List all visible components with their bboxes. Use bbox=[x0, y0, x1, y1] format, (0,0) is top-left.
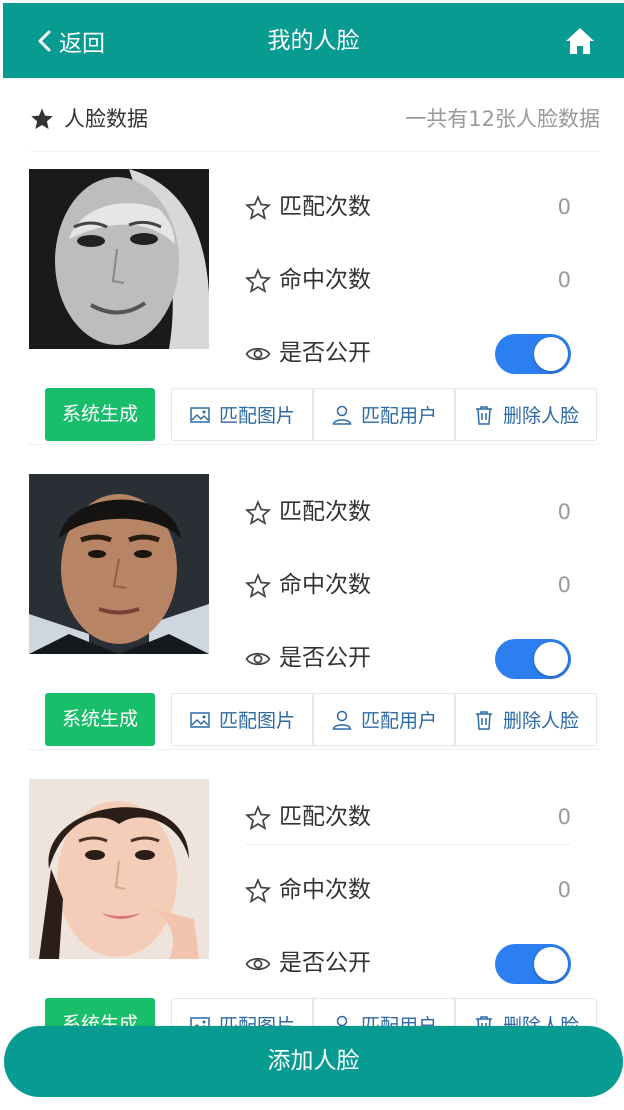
hit-count-value: 0 bbox=[557, 573, 571, 597]
eye-icon bbox=[245, 347, 271, 361]
public-row: 是否公开 bbox=[245, 630, 571, 686]
match-count-value: 0 bbox=[557, 500, 571, 524]
toggle-knob bbox=[534, 337, 568, 371]
star-outline-icon bbox=[245, 805, 271, 830]
trash-icon bbox=[475, 405, 492, 425]
match-image-button[interactable]: 匹配图片 bbox=[171, 388, 313, 441]
public-toggle[interactable] bbox=[495, 334, 571, 374]
hit-count-label: 命中次数 bbox=[279, 877, 371, 903]
public-row: 是否公开 bbox=[245, 935, 571, 991]
trash-icon bbox=[475, 710, 492, 730]
public-toggle[interactable] bbox=[495, 639, 571, 679]
eye-icon bbox=[245, 652, 271, 666]
add-face-button[interactable]: 添加人脸 bbox=[4, 1026, 623, 1097]
hit-count-label: 命中次数 bbox=[279, 267, 371, 293]
image-icon bbox=[190, 711, 210, 728]
source-badge-button[interactable]: 系统生成 bbox=[45, 388, 155, 441]
match-user-label: 匹配用户 bbox=[360, 710, 437, 732]
match-image-button[interactable]: 匹配图片 bbox=[171, 693, 313, 746]
user-icon bbox=[332, 710, 352, 730]
match-image-label: 匹配图片 bbox=[218, 405, 295, 427]
match-count-label: 匹配次数 bbox=[279, 499, 371, 525]
toggle-knob bbox=[534, 947, 568, 981]
face-data-header: 人脸数据 一共有12张人脸数据 bbox=[30, 98, 600, 152]
card-actions: 系统生成 匹配图片 匹配用户 删除人脸 bbox=[45, 388, 600, 442]
toggle-knob bbox=[534, 642, 568, 676]
star-outline-icon bbox=[245, 878, 271, 903]
public-row: 是否公开 bbox=[245, 325, 571, 381]
top-bar: 返回 我的人脸 bbox=[3, 3, 624, 78]
hit-count-value: 0 bbox=[557, 268, 571, 292]
match-user-label: 匹配用户 bbox=[360, 405, 437, 427]
user-icon bbox=[332, 405, 352, 425]
match-count-value: 0 bbox=[557, 805, 571, 829]
image-icon bbox=[190, 406, 210, 423]
public-toggle[interactable] bbox=[495, 944, 571, 984]
face-card: 匹配次数 0 命中次数 0 是否公开 系统生成 匹配图片 匹配用户 bbox=[28, 765, 600, 1055]
match-count-label: 匹配次数 bbox=[279, 804, 371, 830]
hit-count-row: 命中次数 0 bbox=[245, 862, 571, 918]
match-user-button[interactable]: 匹配用户 bbox=[313, 388, 455, 441]
star-outline-icon bbox=[245, 500, 271, 525]
star-outline-icon bbox=[245, 573, 271, 598]
home-icon[interactable] bbox=[564, 25, 596, 57]
delete-face-label: 删除人脸 bbox=[502, 710, 579, 732]
match-user-button[interactable]: 匹配用户 bbox=[313, 693, 455, 746]
face-photo[interactable] bbox=[29, 474, 209, 654]
face-photo[interactable] bbox=[29, 779, 209, 959]
face-card: 匹配次数 0 命中次数 0 是否公开 系统生成 匹配图片 匹配用户 bbox=[28, 155, 600, 445]
public-label: 是否公开 bbox=[279, 950, 371, 976]
match-count-row: 匹配次数 0 bbox=[245, 179, 571, 235]
star-icon bbox=[31, 108, 53, 129]
public-label: 是否公开 bbox=[279, 340, 371, 366]
match-image-label: 匹配图片 bbox=[218, 710, 295, 732]
match-count-row: 匹配次数 0 bbox=[245, 484, 571, 540]
hit-count-row: 命中次数 0 bbox=[245, 557, 571, 613]
hit-count-value: 0 bbox=[557, 878, 571, 902]
face-card: 匹配次数 0 命中次数 0 是否公开 系统生成 匹配图片 匹配用户 bbox=[28, 460, 600, 750]
section-title: 人脸数据 bbox=[64, 107, 148, 131]
face-photo[interactable] bbox=[29, 169, 209, 349]
star-outline-icon bbox=[245, 195, 271, 220]
hit-count-label: 命中次数 bbox=[279, 572, 371, 598]
eye-icon bbox=[245, 957, 271, 971]
delete-face-button[interactable]: 删除人脸 bbox=[455, 388, 597, 441]
delete-face-button[interactable]: 删除人脸 bbox=[455, 693, 597, 746]
app: 返回 我的人脸 人脸数据 一共有12张人脸数据 匹配次数 0 命中次数 0 是否… bbox=[3, 3, 624, 1110]
match-count-label: 匹配次数 bbox=[279, 194, 371, 220]
page-title: 我的人脸 bbox=[267, 28, 360, 54]
match-count-value: 0 bbox=[557, 195, 571, 219]
hit-count-row: 命中次数 0 bbox=[245, 252, 571, 308]
card-actions: 系统生成 匹配图片 匹配用户 删除人脸 bbox=[45, 693, 600, 747]
delete-face-label: 删除人脸 bbox=[502, 405, 579, 427]
match-count-row: 匹配次数 0 bbox=[245, 789, 571, 845]
source-badge-button[interactable]: 系统生成 bbox=[45, 693, 155, 746]
face-count: 一共有12张人脸数据 bbox=[405, 107, 600, 131]
star-outline-icon bbox=[245, 268, 271, 293]
public-label: 是否公开 bbox=[279, 645, 371, 671]
